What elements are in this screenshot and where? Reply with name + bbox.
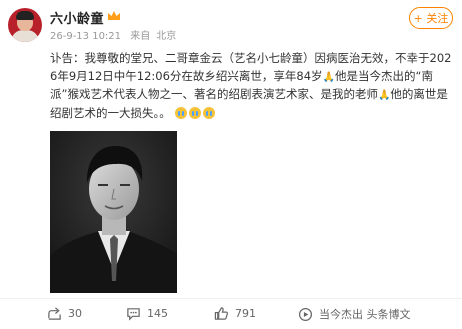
portrait-image: [50, 131, 177, 293]
pray-emoji-2: 🙏: [377, 90, 391, 101]
pray-emoji-1: 🙏: [322, 71, 335, 83]
share-button[interactable]: 30: [47, 306, 82, 321]
recommend-icon: [298, 307, 313, 321]
comment-button[interactable]: 145: [126, 306, 168, 321]
post-location-prefix: 来自: [130, 31, 151, 42]
share-icon: [48, 307, 61, 320]
share-count: 30: [68, 307, 82, 320]
crying-emoji-icon: [189, 106, 202, 119]
recommend-label: 当今杰出 头条博文: [319, 308, 411, 321]
recommend-link[interactable]: 当今杰出 头条博文: [298, 306, 411, 322]
avatar-body: [11, 30, 39, 42]
action-bar: 30 145 791 当今杰出 头条博文: [0, 298, 462, 329]
comment-icon: [127, 308, 140, 321]
avatar[interactable]: [8, 8, 42, 42]
follow-button[interactable]: + 关注: [409, 7, 453, 29]
comment-count: 145: [147, 307, 168, 320]
crying-emoji-icon: [175, 106, 188, 119]
crown-icon: [108, 11, 120, 20]
memorial-photo[interactable]: [50, 131, 177, 293]
crying-emoji-icon: [203, 106, 216, 119]
username[interactable]: 六小龄童: [50, 8, 104, 27]
like-icon: [214, 307, 228, 320]
avatar-hair: [16, 11, 34, 20]
post-text: 讣告：我尊敬的堂兄、二哥章金云（艺名小七龄童）因病医治无效，不幸于2026年9月…: [50, 50, 454, 122]
post-meta: 26-9-13 10:21 来自 北京: [50, 27, 182, 42]
post-location: 北京: [156, 31, 177, 42]
like-count: 791: [235, 307, 256, 320]
like-button[interactable]: 791: [214, 306, 256, 321]
post-time: 26-9-13 10:21: [50, 31, 122, 42]
